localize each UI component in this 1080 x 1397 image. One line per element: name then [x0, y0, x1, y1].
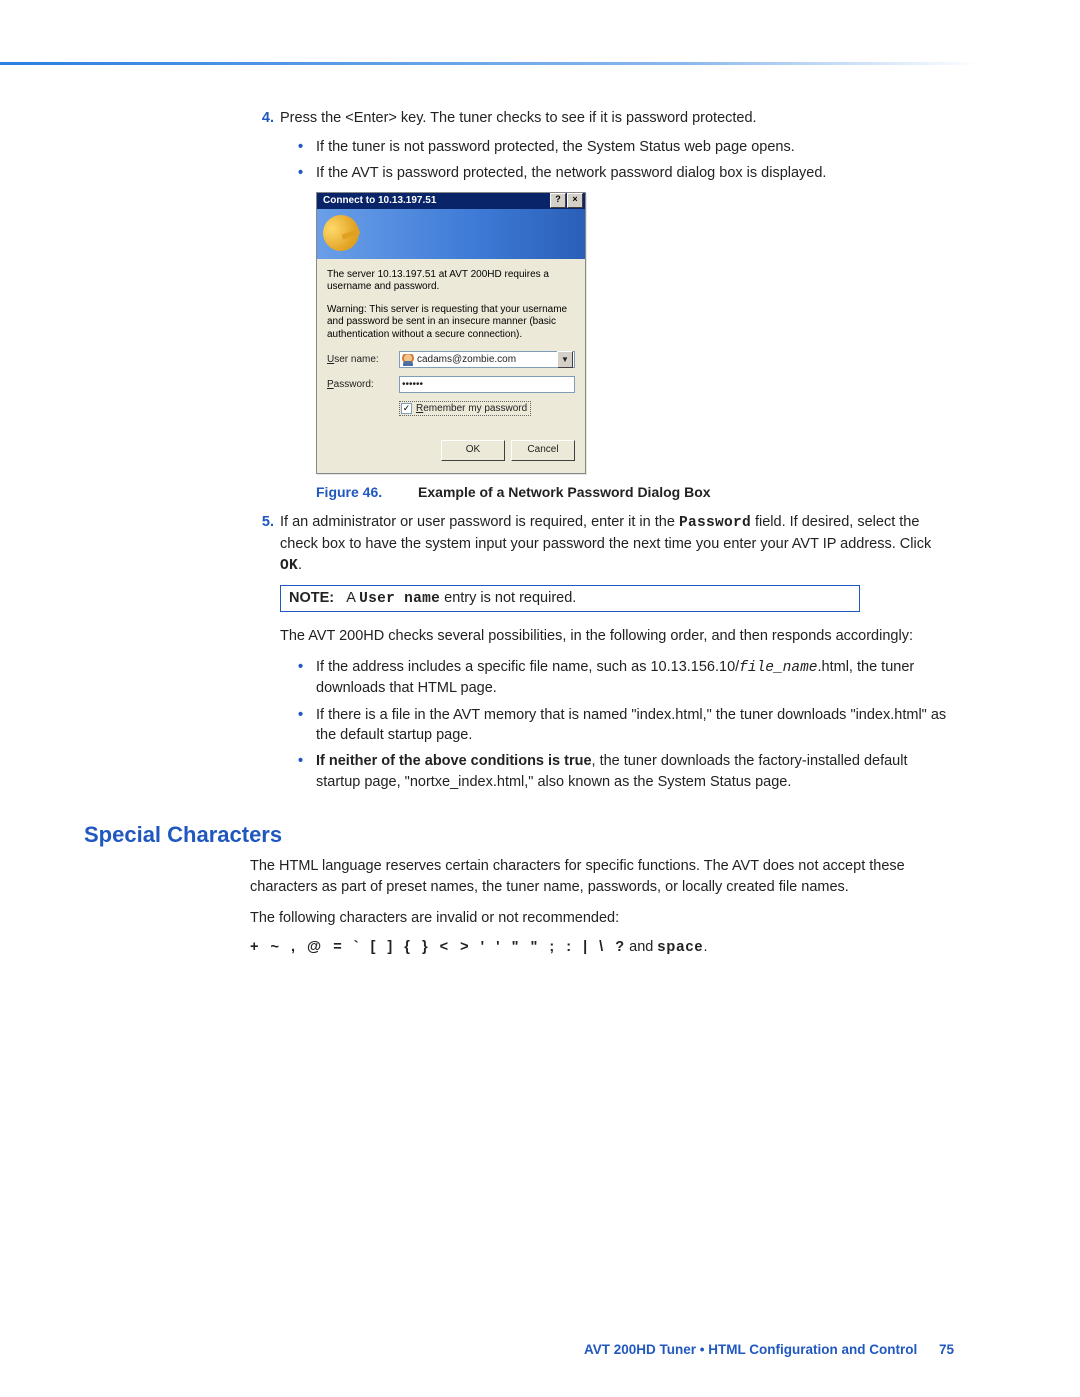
- checkbox-icon: ✓: [401, 403, 412, 414]
- username-value: cadams@zombie.com: [417, 354, 557, 365]
- help-button[interactable]: ?: [550, 193, 566, 208]
- keys-icon: [318, 210, 364, 256]
- figure-wrap: Connect to 10.13.197.51 ? × The server 1…: [84, 192, 954, 475]
- step-4: 4. Press the <Enter> key. The tuner chec…: [84, 108, 954, 129]
- paragraph: The AVT 200HD checks several possibiliti…: [84, 626, 954, 647]
- list-item: If the address includes a specific file …: [316, 657, 954, 699]
- password-label: Password:: [327, 379, 399, 390]
- page-footer: AVT 200HD Tuner • HTML Configuration and…: [84, 1342, 954, 1357]
- step-4-number: 4.: [250, 108, 274, 129]
- list-item: If neither of the above conditions is tr…: [316, 751, 954, 792]
- password-field[interactable]: ••••••: [399, 376, 575, 393]
- dialog-title: Connect to 10.13.197.51: [323, 195, 436, 206]
- list-item: If there is a file in the AVT memory tha…: [316, 705, 954, 746]
- paragraph: The HTML language reserves certain chara…: [84, 856, 954, 898]
- step-4-bullets: If the tuner is not password protected, …: [84, 137, 954, 184]
- paragraph: The following characters are invalid or …: [84, 908, 954, 929]
- close-button[interactable]: ×: [567, 193, 583, 208]
- ok-button[interactable]: OK: [441, 440, 505, 461]
- list-item: If the tuner is not password protected, …: [316, 137, 954, 157]
- dialog-banner: [317, 209, 585, 259]
- dialog-text-2: Warning: This server is requesting that …: [327, 304, 575, 342]
- remember-checkbox[interactable]: ✓ Remember my password: [399, 401, 531, 416]
- top-rule: [0, 62, 980, 65]
- step-4-text: Press the <Enter> key. The tuner checks …: [280, 110, 757, 126]
- chevron-down-icon[interactable]: ▼: [557, 351, 573, 368]
- note-box: NOTE: A User name entry is not required.: [280, 585, 860, 612]
- password-dialog: Connect to 10.13.197.51 ? × The server 1…: [316, 192, 586, 475]
- step-5: 5. If an administrator or user password …: [84, 512, 954, 577]
- footer-title: AVT 200HD Tuner • HTML Configuration and…: [584, 1342, 917, 1357]
- response-bullets: If the address includes a specific file …: [84, 657, 954, 792]
- cancel-button[interactable]: Cancel: [511, 440, 575, 461]
- step-5-number: 5.: [250, 512, 274, 533]
- figure-caption: Figure 46. Example of a Network Password…: [84, 484, 954, 500]
- user-icon: [402, 354, 414, 366]
- remember-label: Remember my password: [416, 403, 527, 414]
- list-item: If the AVT is password protected, the ne…: [316, 163, 954, 183]
- username-field[interactable]: cadams@zombie.com ▼: [399, 351, 575, 368]
- note-label: NOTE:: [289, 590, 334, 606]
- invalid-chars: + ~ , @ = ` [ ] { } < > ' ' " " ; : | \ …: [84, 939, 954, 955]
- step-5-text: If an administrator or user password is …: [280, 514, 931, 573]
- section-heading-special: Special Characters: [84, 822, 954, 848]
- figure-number: Figure 46.: [316, 484, 382, 500]
- page-number: 75: [939, 1342, 954, 1357]
- dialog-text-1: The server 10.13.197.51 at AVT 200HD req…: [327, 269, 575, 294]
- figure-title: Example of a Network Password Dialog Box: [418, 484, 711, 500]
- dialog-titlebar: Connect to 10.13.197.51 ? ×: [317, 193, 585, 209]
- password-value: ••••••: [402, 379, 423, 390]
- username-label: User name:: [327, 354, 399, 365]
